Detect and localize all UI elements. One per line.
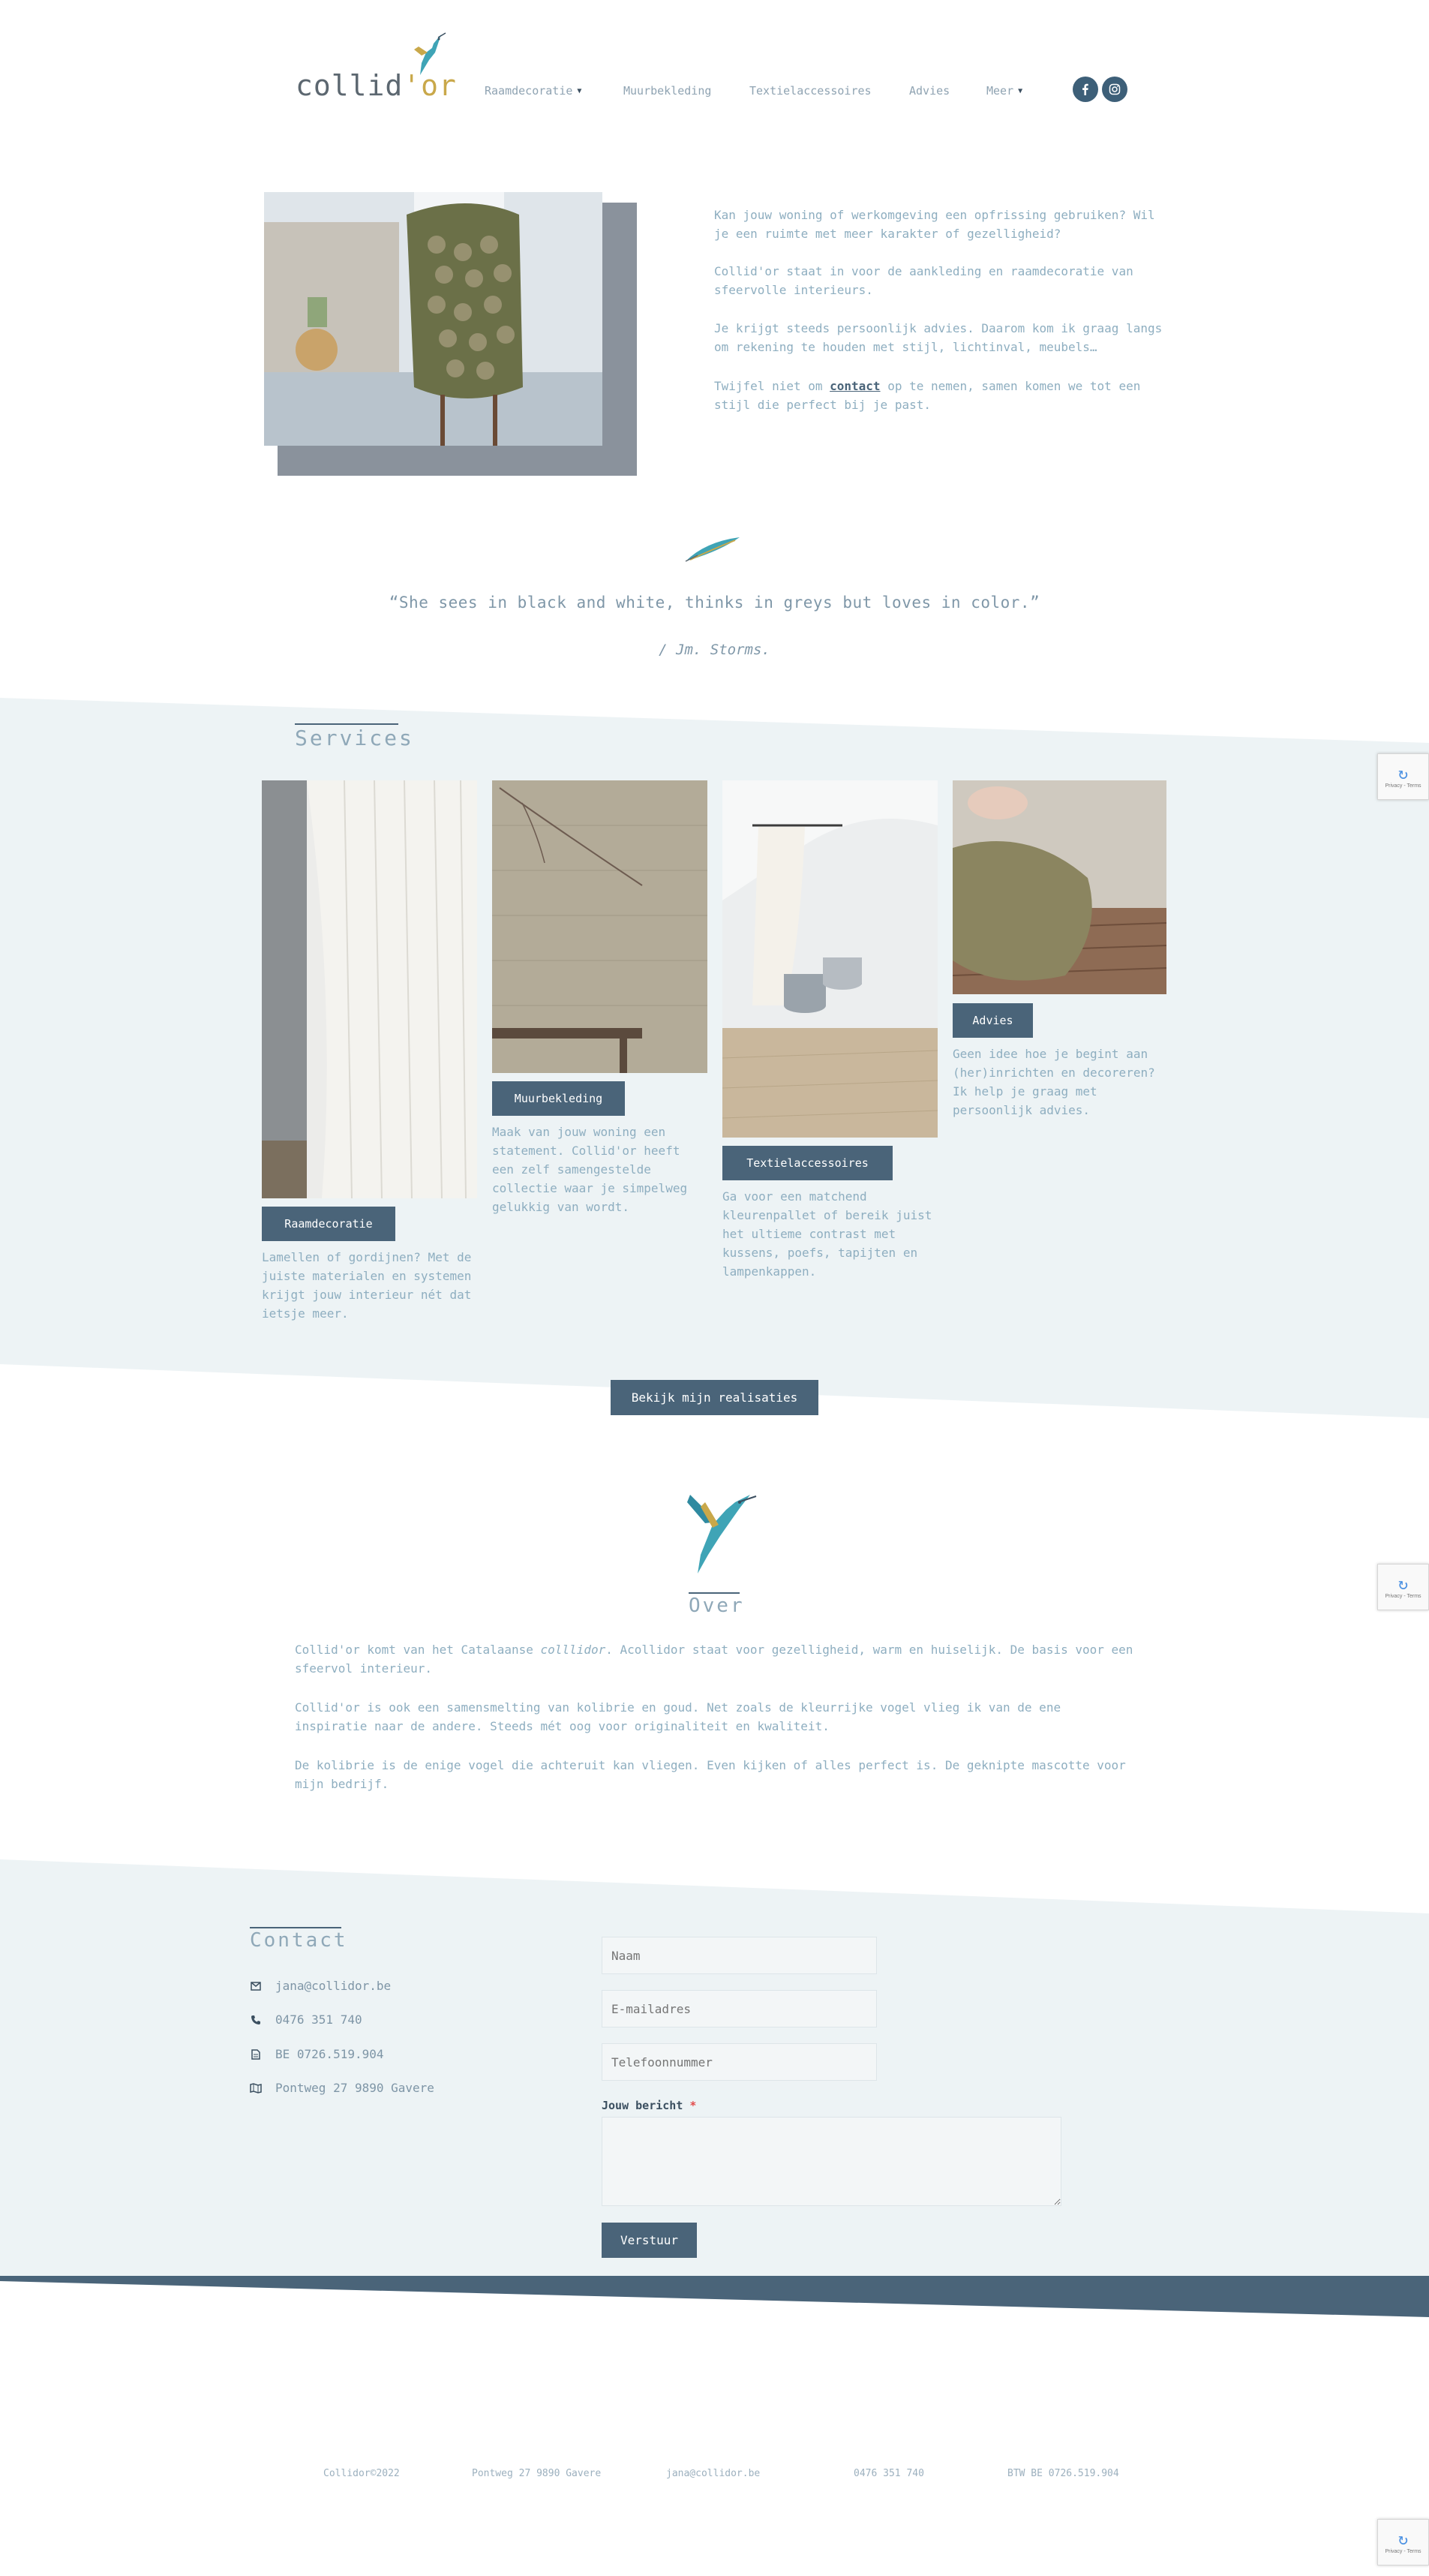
- intro-paragraph-4: Twijfel niet om contact op te nemen, sam…: [714, 377, 1169, 414]
- services-background: [0, 698, 1429, 1418]
- chevron-down-icon: ▼: [1018, 86, 1023, 95]
- submit-button[interactable]: Verstuur: [602, 2223, 697, 2258]
- recaptcha-terms: Privacy - Terms: [1385, 2549, 1421, 2554]
- contact-phone: 0476 351 740: [275, 2012, 362, 2027]
- intro-paragraph-1: Kan jouw woning of werkomgeving een opfr…: [714, 208, 1155, 241]
- recaptcha-icon: ↻: [1397, 1575, 1409, 1594]
- service-image-raamdecoratie[interactable]: [262, 780, 477, 1198]
- contact-title-underline: [250, 1927, 341, 1928]
- message-textarea[interactable]: [602, 2117, 1061, 2206]
- chevron-down-icon: ▼: [577, 86, 582, 95]
- recaptcha-terms: Privacy - Terms: [1385, 783, 1421, 789]
- quote-text: “She sees in black and white, thinks in …: [389, 594, 1040, 612]
- feather-icon: [685, 537, 740, 562]
- about-p1-emphasis: colllidor: [540, 1643, 606, 1657]
- nav-meer[interactable]: Meer ▼: [986, 84, 1022, 98]
- about-paragraph-3: De kolibrie is de enige vogel die achter…: [295, 1758, 1126, 1791]
- phone-icon: [250, 2014, 262, 2026]
- about-paragraph-2: Collid'or is ook een samensmelting van k…: [295, 1700, 1061, 1733]
- about-title: Over: [689, 1595, 745, 1617]
- recaptcha-icon: ↻: [1397, 2530, 1409, 2549]
- phone-input[interactable]: [602, 2043, 877, 2081]
- nav-raamdecoratie[interactable]: Raamdecoratie ▼: [485, 84, 581, 98]
- recaptcha-icon: ↻: [1397, 765, 1409, 783]
- contact-vat-row: BE 0726.519.904: [250, 2047, 384, 2061]
- nav-label: Textielaccessoires: [749, 84, 872, 98]
- recaptcha-badge[interactable]: ↻ Privacy - Terms: [1377, 1564, 1429, 1610]
- footer-address: Pontweg 27 9890 Gavere: [472, 2468, 602, 2479]
- quote-author: / Jm. Storms.: [659, 642, 770, 658]
- contact-email: jana@collidor.be: [275, 1979, 392, 1993]
- realisaties-button[interactable]: Bekijk mijn realisaties: [611, 1380, 818, 1415]
- brand-name-main: collid: [296, 69, 404, 102]
- intro-p4-before: Twijfel niet om: [714, 379, 830, 393]
- contact-background: [0, 1859, 1429, 2317]
- footer-phone[interactable]: 0476 351 740: [854, 2468, 924, 2479]
- email-input[interactable]: [602, 1990, 877, 2027]
- nav-label: Advies: [909, 84, 950, 98]
- nav-textielaccessoires[interactable]: Textielaccessoires: [749, 84, 872, 98]
- service-button-advies[interactable]: Advies: [953, 1003, 1033, 1038]
- services-title: Services: [295, 726, 414, 750]
- service-button-raamdecoratie[interactable]: Raamdecoratie: [262, 1207, 395, 1241]
- service-description-muurbekleding: Maak van jouw woning een statement. Coll…: [492, 1125, 688, 1214]
- footer-copyright: Collidor©2022: [323, 2468, 400, 2479]
- contact-title: Contact: [250, 1929, 348, 1952]
- service-description-raamdecoratie: Lamellen of gordijnen? Met de juiste mat…: [262, 1250, 472, 1321]
- intro-paragraph-3: Je krijgt steeds persoonlijk advies. Daa…: [714, 321, 1163, 354]
- service-button-textielaccessoires[interactable]: Textielaccessoires: [722, 1146, 893, 1180]
- nav-advies[interactable]: Advies: [909, 84, 950, 98]
- contact-address: Pontweg 27 9890 Gavere: [275, 2081, 434, 2095]
- service-button-muurbekleding[interactable]: Muurbekleding: [492, 1081, 625, 1116]
- about-paragraph-1: Collid'or komt van het Catalaanse collli…: [295, 1640, 1135, 1678]
- recaptcha-badge[interactable]: ↻ Privacy - Terms: [1377, 2519, 1429, 2565]
- map-icon: [250, 2082, 262, 2094]
- facebook-icon[interactable]: [1073, 77, 1098, 102]
- recaptcha-badge[interactable]: ↻ Privacy - Terms: [1377, 753, 1429, 800]
- message-label: Jouw bericht *: [602, 2099, 696, 2112]
- hummingbird-illustration-icon: [687, 1495, 757, 1574]
- footer-vat: BTW BE 0726.519.904: [1007, 2468, 1119, 2479]
- contact-link[interactable]: contact: [830, 379, 880, 393]
- nav-label: Meer: [986, 84, 1014, 98]
- service-image-textielaccessoires[interactable]: [722, 780, 938, 1138]
- intro-armchair-image: [264, 192, 602, 446]
- document-icon: [250, 2048, 262, 2060]
- required-mark: *: [689, 2099, 697, 2112]
- hummingbird-logo-icon: [414, 32, 446, 75]
- contact-email-row[interactable]: jana@collidor.be: [250, 1979, 391, 1993]
- about-title-underline: [689, 1592, 740, 1594]
- service-description-advies: Geen idee hoe je begint aan (her)inricht…: [953, 1047, 1155, 1117]
- contact-vat: BE 0726.519.904: [275, 2047, 384, 2061]
- name-input[interactable]: [602, 1937, 877, 1974]
- services-title-underline: [295, 723, 398, 725]
- instagram-icon[interactable]: [1102, 77, 1127, 102]
- service-description-textielaccessoires: Ga voor een matchend kleurenpallet of be…: [722, 1189, 932, 1279]
- envelope-icon: [250, 1980, 262, 1992]
- message-label-text: Jouw bericht: [602, 2099, 683, 2112]
- nav-label: Raamdecoratie: [485, 84, 573, 98]
- service-image-advies[interactable]: [953, 780, 1166, 994]
- recaptcha-terms: Privacy - Terms: [1385, 1594, 1421, 1599]
- intro-paragraph-2: Collid'or staat in voor de aankleding en…: [714, 264, 1133, 297]
- about-p1-before: Collid'or komt van het Catalaanse: [295, 1643, 541, 1657]
- nav-label: Muurbekleding: [623, 84, 712, 98]
- contact-address-row: Pontweg 27 9890 Gavere: [250, 2081, 434, 2095]
- footer-email[interactable]: jana@collidor.be: [666, 2468, 760, 2479]
- contact-phone-row[interactable]: 0476 351 740: [250, 2012, 362, 2027]
- nav-muurbekleding[interactable]: Muurbekleding: [623, 84, 711, 98]
- service-image-muurbekleding[interactable]: [492, 780, 707, 1073]
